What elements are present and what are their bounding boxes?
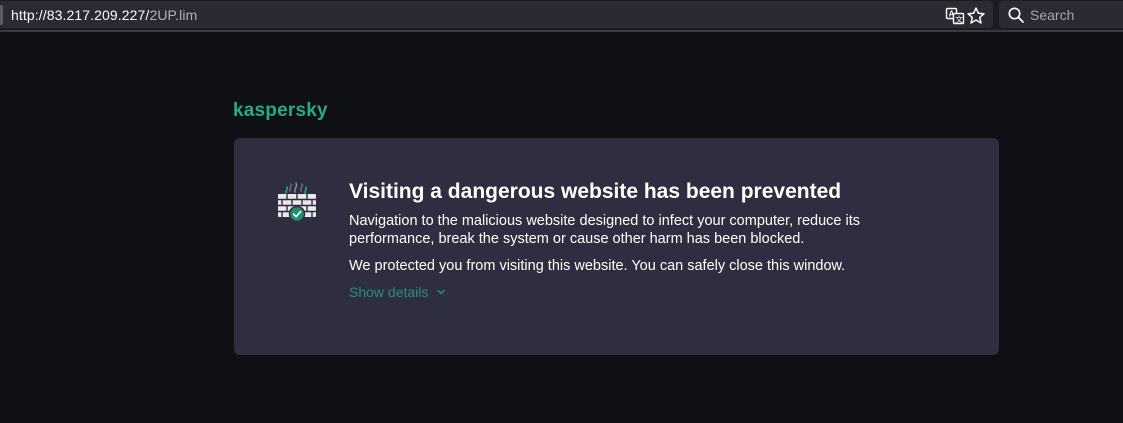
page-title: Visiting a dangerous website has been pr… [349,180,842,203]
safety-message: We protected you from visiting this webs… [349,258,846,274]
show-details-toggle[interactable]: Show details [349,284,446,300]
search-box[interactable]: Search [999,1,1123,28]
address-bar-edge [0,5,3,25]
blocked-firewall-icon [278,182,316,223]
svg-text:文: 文 [955,14,963,24]
url-text[interactable]: http://83.217.209.227/2UP.lim [11,7,197,23]
address-bar[interactable]: http://83.217.209.227/2UP.lim A 文 [0,1,993,28]
toolbar-divider [0,30,1123,32]
block-description: Navigation to the malicious website desi… [349,213,860,247]
bookmark-star-icon[interactable] [966,6,986,26]
browser-toolbar: http://83.217.209.227/2UP.lim A 文 Search [0,0,1123,30]
block-notice-card: Visiting a dangerous website has been pr… [234,138,999,355]
kaspersky-logo: kaspersky [233,100,328,121]
search-placeholder: Search [1030,7,1075,23]
translate-icon[interactable]: A 文 [945,6,965,26]
url-host: http://83.217.209.227/ [11,7,150,23]
show-details-label: Show details [349,284,429,300]
chevron-down-icon [437,289,446,295]
search-icon [1008,7,1024,23]
url-path: 2UP.lim [149,7,198,23]
